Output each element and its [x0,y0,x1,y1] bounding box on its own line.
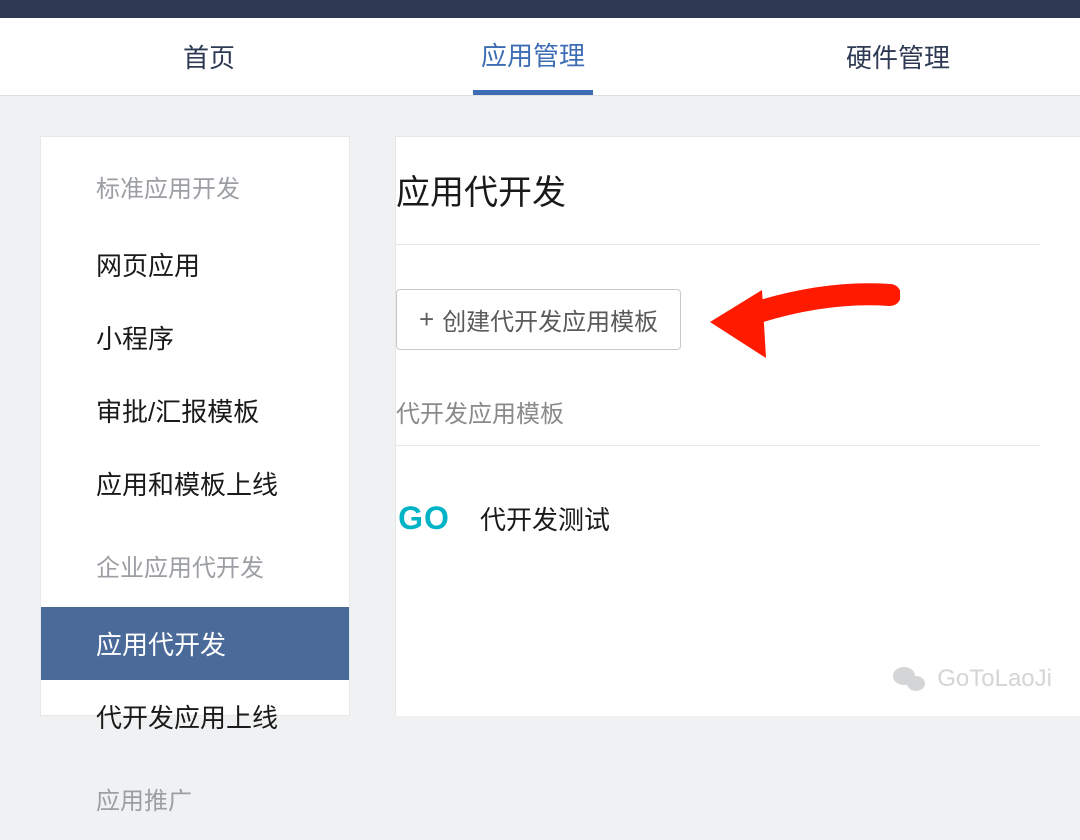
nav-home[interactable]: 首页 [175,18,243,95]
sidebar-group-standard-dev: 标准应用开发 [41,169,349,228]
sidebar-item-approval-template[interactable]: 审批/汇报模板 [41,374,349,447]
sidebar-item-web-app[interactable]: 网页应用 [41,228,349,301]
section-header-templates: 代开发应用模板 [396,394,1040,446]
wechat-icon [891,661,927,697]
create-template-button-label: 创建代开发应用模板 [442,302,658,337]
page-title: 应用代开发 [396,165,1040,245]
sidebar-item-app-template-online[interactable]: 应用和模板上线 [41,447,349,520]
app-list-item[interactable]: GO 代开发测试 [396,494,1040,542]
nav-hardware-management[interactable]: 硬件管理 [838,18,958,95]
create-template-button[interactable]: + 创建代开发应用模板 [396,289,681,350]
content-wrap: 标准应用开发 网页应用 小程序 审批/汇报模板 应用和模板上线 企业应用代开发 … [0,96,1080,716]
main-nav: 首页 应用管理 硬件管理 [0,18,1080,96]
watermark: GoToLaoJi [891,661,1052,697]
sidebar-item-miniprogram[interactable]: 小程序 [41,301,349,374]
app-label: 代开发测试 [480,500,610,537]
sidebar-group-enterprise-dev: 企业应用代开发 [41,548,349,607]
watermark-text: GoToLaoJi [937,665,1052,693]
plus-icon: + [419,304,434,335]
top-header-bar [0,0,1080,18]
sidebar: 标准应用开发 网页应用 小程序 审批/汇报模板 应用和模板上线 企业应用代开发 … [40,136,350,716]
sidebar-item-agent-dev-online[interactable]: 代开发应用上线 [41,680,349,753]
main-panel: 应用代开发 + 创建代开发应用模板 代开发应用模板 GO 代开发测试 [395,136,1080,716]
sidebar-item-app-agent-dev[interactable]: 应用代开发 [41,607,349,680]
nav-app-management[interactable]: 应用管理 [473,18,593,95]
sidebar-group-app-promotion: 应用推广 [41,781,349,840]
app-go-icon: GO [396,494,452,542]
